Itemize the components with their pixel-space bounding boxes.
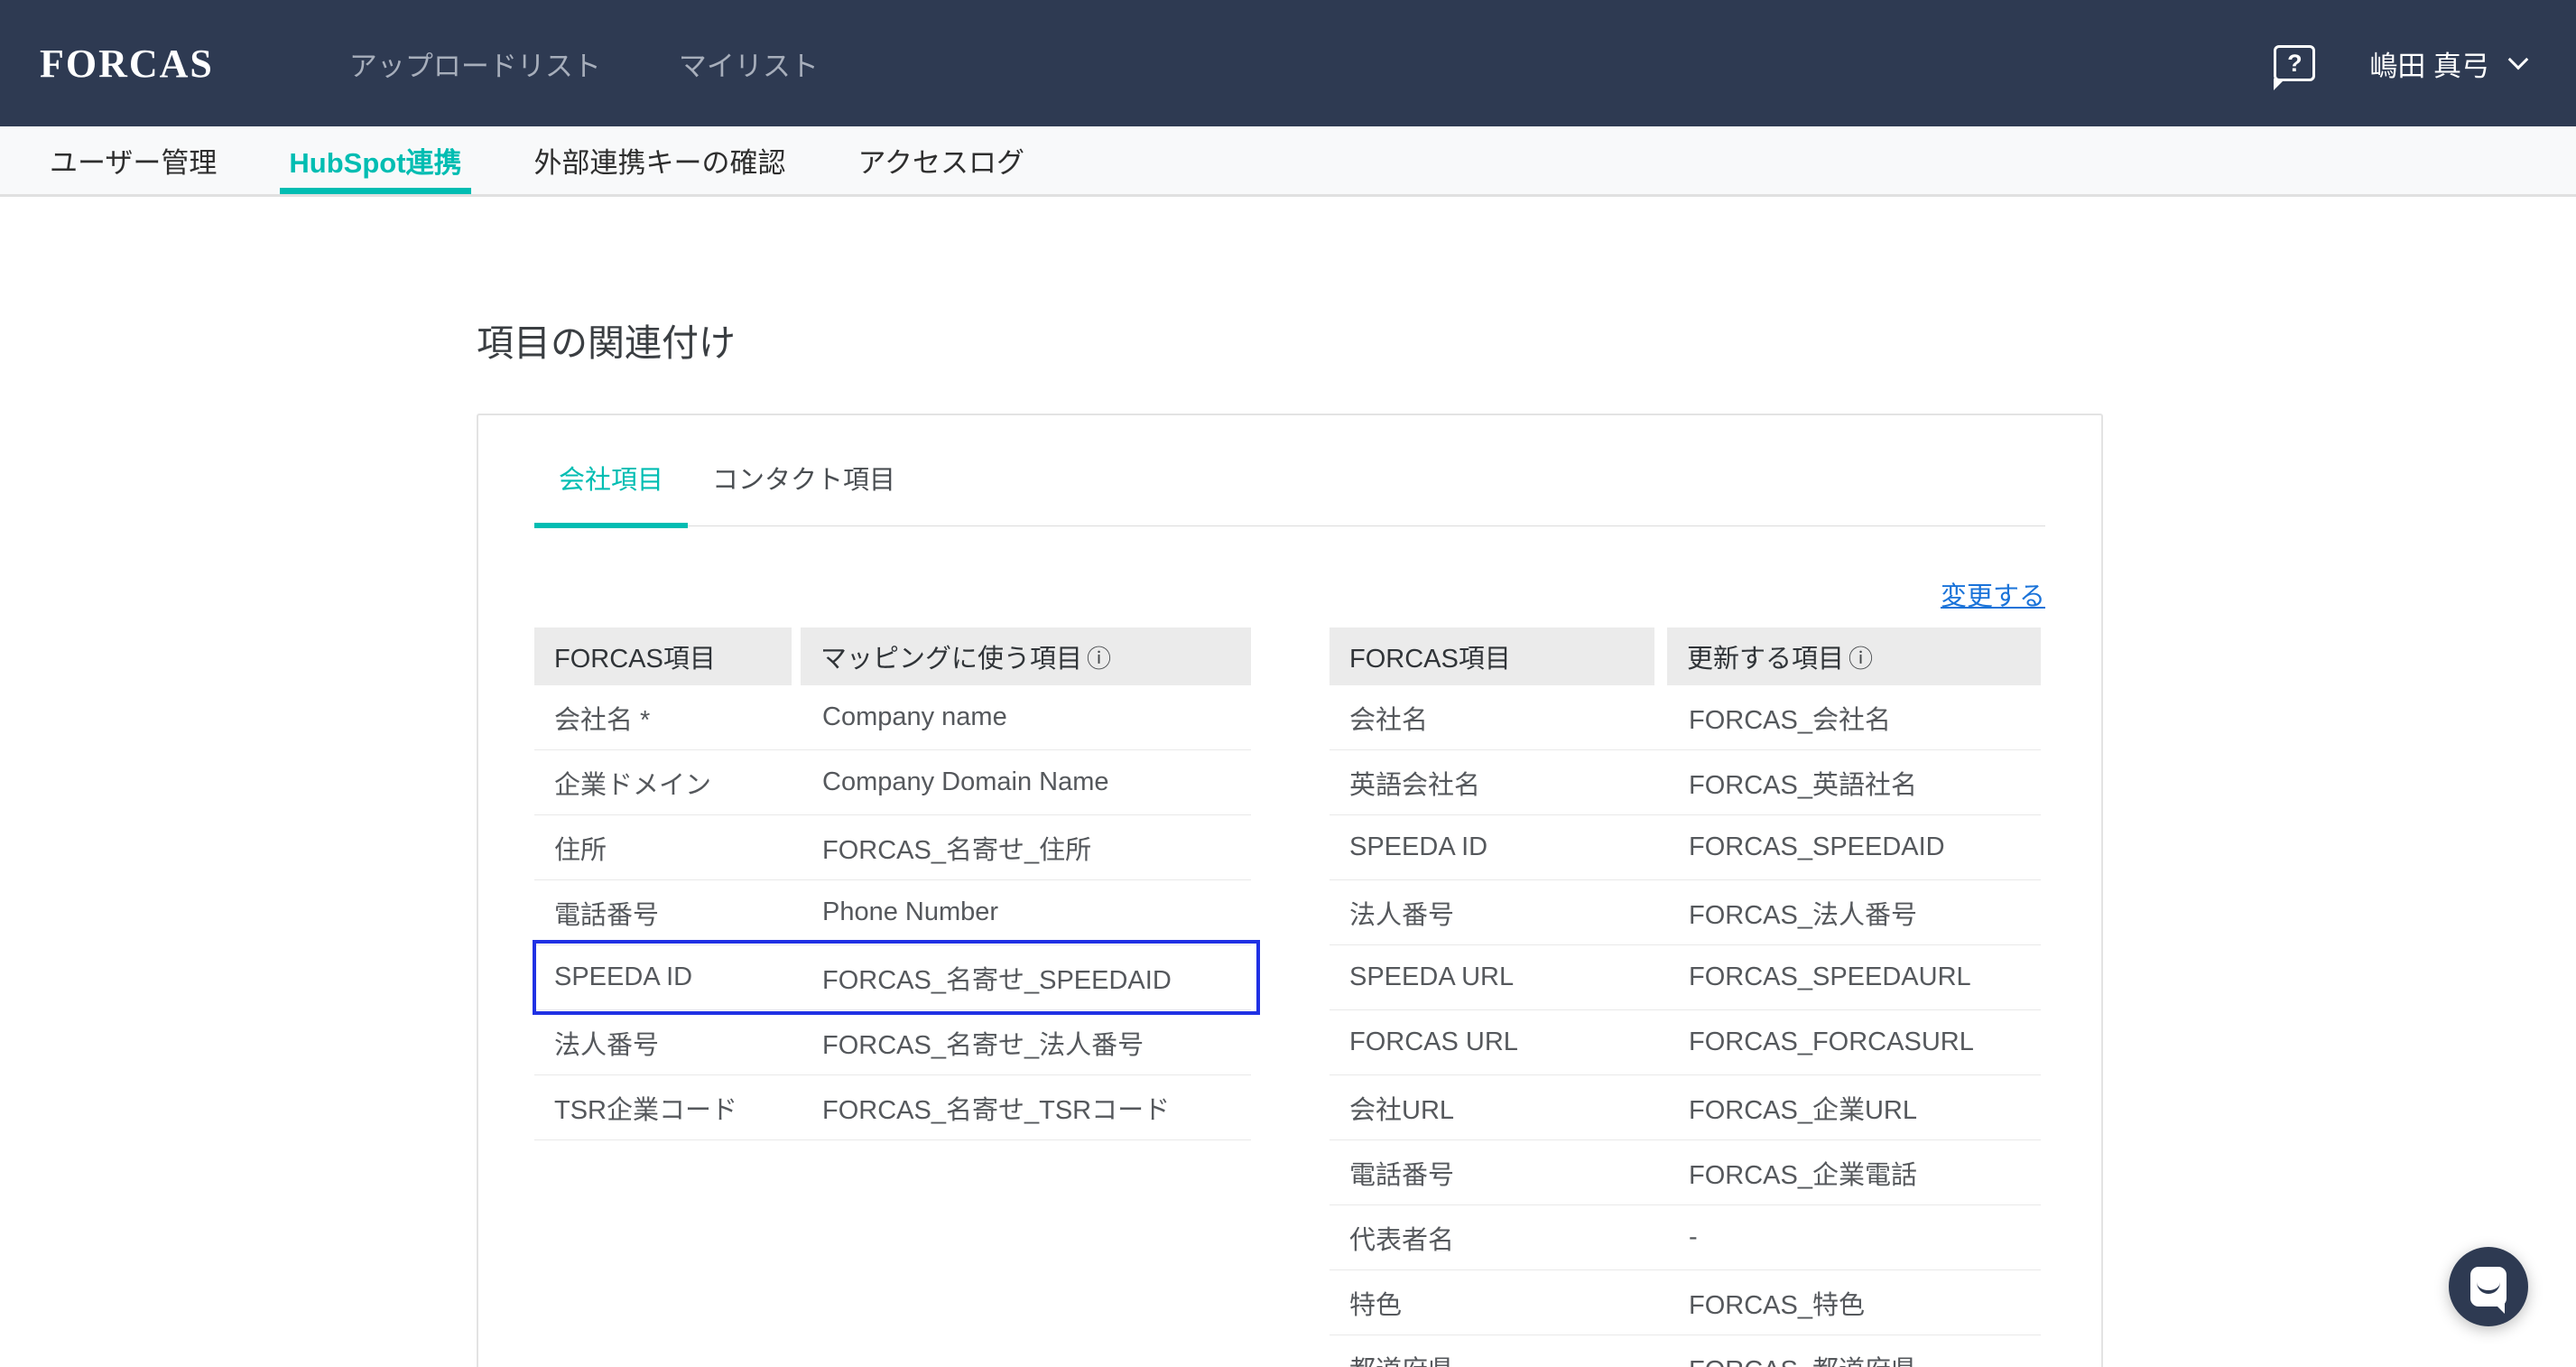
tab-hubspot-integration[interactable]: HubSpot連携: [280, 126, 470, 194]
table-row: 法人番号 FORCAS_法人番号: [1330, 880, 2041, 945]
update-table: FORCAS項目 更新する項目 ⓘ 会社名 FORCAS_会社名 英語会社名 F…: [1330, 628, 2041, 1367]
cell-field: FORCAS_名寄せ_SPEEDAID: [801, 959, 1251, 997]
cell-field: FORCAS_都道府県: [1667, 1349, 2041, 1367]
cell-field: Company name: [801, 702, 1251, 732]
table-row-highlighted: SPEEDA ID FORCAS_名寄せ_SPEEDAID: [534, 945, 1251, 1010]
table-row: 英語会社名 FORCAS_英語社名: [1330, 750, 2041, 815]
cell-field: FORCAS_企業電話: [1667, 1154, 2041, 1192]
cell-forcas: 法人番号: [534, 1024, 801, 1062]
header-mapping-field-label: マッピングに使う項目: [820, 637, 1082, 675]
cell-forcas: 会社URL: [1330, 1089, 1667, 1127]
help-speech-bubble-icon: ?: [2274, 45, 2315, 81]
table-row: 電話番号 FORCAS_企業電話: [1330, 1140, 2041, 1205]
table-row: 会社URL FORCAS_企業URL: [1330, 1075, 2041, 1140]
cell-field: FORCAS_特色: [1667, 1284, 2041, 1322]
info-icon[interactable]: ⓘ: [1849, 639, 1873, 674]
cell-field: FORCAS_企業URL: [1667, 1089, 2041, 1127]
mapping-table-header: FORCAS項目 マッピングに使う項目 ⓘ: [534, 628, 1251, 685]
tab-external-key[interactable]: 外部連携キーの確認: [525, 126, 795, 194]
cell-forcas: 電話番号: [534, 894, 801, 932]
tab-company-fields[interactable]: 会社項目: [534, 415, 688, 525]
table-row: 会社名 FORCAS_会社名: [1330, 685, 2041, 750]
cell-forcas: 電話番号: [1330, 1154, 1667, 1192]
cell-field: FORCAS_名寄せ_TSRコード: [801, 1089, 1251, 1127]
cell-forcas: 英語会社名: [1330, 764, 1667, 802]
cell-field: Company Domain Name: [801, 767, 1251, 797]
cell-forcas: 企業ドメイン: [534, 764, 801, 802]
cell-field: FORCAS_SPEEDAURL: [1667, 962, 2041, 992]
cell-forcas: 会社名: [1330, 699, 1667, 737]
cell-forcas: 特色: [1330, 1284, 1667, 1322]
table-row: 法人番号 FORCAS_名寄せ_法人番号: [534, 1010, 1251, 1075]
forcas-logo[interactable]: FORCAS: [40, 41, 214, 87]
cell-field: FORCAS_会社名: [1667, 699, 2041, 737]
cell-forcas: SPEEDA ID: [534, 962, 801, 992]
tab-user-management[interactable]: ユーザー管理: [41, 126, 226, 194]
cell-field: FORCAS_法人番号: [1667, 894, 2041, 932]
cell-field: FORCAS_名寄せ_住所: [801, 829, 1251, 867]
tab-contact-fields[interactable]: コンタクト項目: [688, 415, 920, 525]
header-forcas-field: FORCAS項目: [534, 628, 792, 685]
cell-field: FORCAS_SPEEDAID: [1667, 832, 2041, 862]
table-row: 住所 FORCAS_名寄せ_住所: [534, 815, 1251, 880]
cell-forcas: 住所: [534, 829, 801, 867]
cell-forcas: 会社名 *: [534, 699, 801, 737]
tab-access-log[interactable]: アクセスログ: [849, 126, 1033, 194]
settings-tabbar: ユーザー管理 HubSpot連携 外部連携キーの確認 アクセスログ: [0, 126, 2576, 197]
cell-field: FORCAS_FORCASURL: [1667, 1028, 2041, 1057]
table-row: 特色 FORCAS_特色: [1330, 1270, 2041, 1335]
cell-field: -: [1667, 1223, 2041, 1252]
change-row: 変更する: [534, 575, 2045, 613]
change-link[interactable]: 変更する: [1941, 582, 2045, 611]
field-mapping-card: 会社項目 コンタクト項目 変更する FORCAS項目 マッピングに使う項目 ⓘ …: [477, 414, 2103, 1367]
nav-upload-list[interactable]: アップロードリスト: [349, 43, 601, 84]
update-table-header: FORCAS項目 更新する項目 ⓘ: [1330, 628, 2041, 685]
table-row: 都道府県 FORCAS_都道府県: [1330, 1335, 2041, 1367]
header-update-field-label: 更新する項目: [1687, 637, 1844, 675]
topbar-nav: アップロードリスト マイリスト: [349, 43, 819, 84]
header-update-field: 更新する項目 ⓘ: [1667, 628, 2041, 685]
page-title: 項目の関連付け: [477, 312, 2576, 367]
info-icon[interactable]: ⓘ: [1087, 639, 1111, 674]
header-forcas-field: FORCAS項目: [1330, 628, 1654, 685]
table-row: FORCAS URL FORCAS_FORCASURL: [1330, 1010, 2041, 1075]
user-menu[interactable]: 嶋田 真弓: [2369, 43, 2525, 84]
chevron-down-icon: [2508, 50, 2529, 70]
intercom-launcher-button[interactable]: [2449, 1247, 2528, 1326]
cell-forcas: TSR企業コード: [534, 1089, 801, 1127]
table-row: 電話番号 Phone Number: [534, 880, 1251, 945]
table-row: SPEEDA URL FORCAS_SPEEDAURL: [1330, 945, 2041, 1010]
table-row: 会社名 * Company name: [534, 685, 1251, 750]
cell-forcas: FORCAS URL: [1330, 1028, 1667, 1057]
mapping-table: FORCAS項目 マッピングに使う項目 ⓘ 会社名 * Company name…: [534, 628, 1251, 1367]
table-row: 代表者名 -: [1330, 1205, 2041, 1270]
table-row: 企業ドメイン Company Domain Name: [534, 750, 1251, 815]
cell-forcas: 代表者名: [1330, 1219, 1667, 1257]
cell-field: FORCAS_英語社名: [1667, 764, 2041, 802]
cell-forcas: SPEEDA ID: [1330, 832, 1667, 862]
chat-bubble-icon: [2470, 1267, 2507, 1307]
card-tabs: 会社項目 コンタクト項目: [534, 415, 2045, 526]
table-row: SPEEDA ID FORCAS_SPEEDAID: [1330, 815, 2041, 880]
cell-field: Phone Number: [801, 897, 1251, 927]
header-mapping-field: マッピングに使う項目 ⓘ: [801, 628, 1251, 685]
cell-forcas: 法人番号: [1330, 894, 1667, 932]
cell-forcas: SPEEDA URL: [1330, 962, 1667, 992]
tables-row: FORCAS項目 マッピングに使う項目 ⓘ 会社名 * Company name…: [534, 628, 2045, 1367]
cell-forcas: 都道府県: [1330, 1349, 1667, 1367]
table-row: TSR企業コード FORCAS_名寄せ_TSRコード: [534, 1075, 1251, 1140]
user-name: 嶋田 真弓: [2369, 43, 2489, 84]
cell-field: FORCAS_名寄せ_法人番号: [801, 1024, 1251, 1062]
nav-my-list[interactable]: マイリスト: [679, 43, 819, 84]
help-button[interactable]: ?: [2274, 45, 2315, 81]
topbar: FORCAS アップロードリスト マイリスト ? 嶋田 真弓: [0, 0, 2576, 126]
